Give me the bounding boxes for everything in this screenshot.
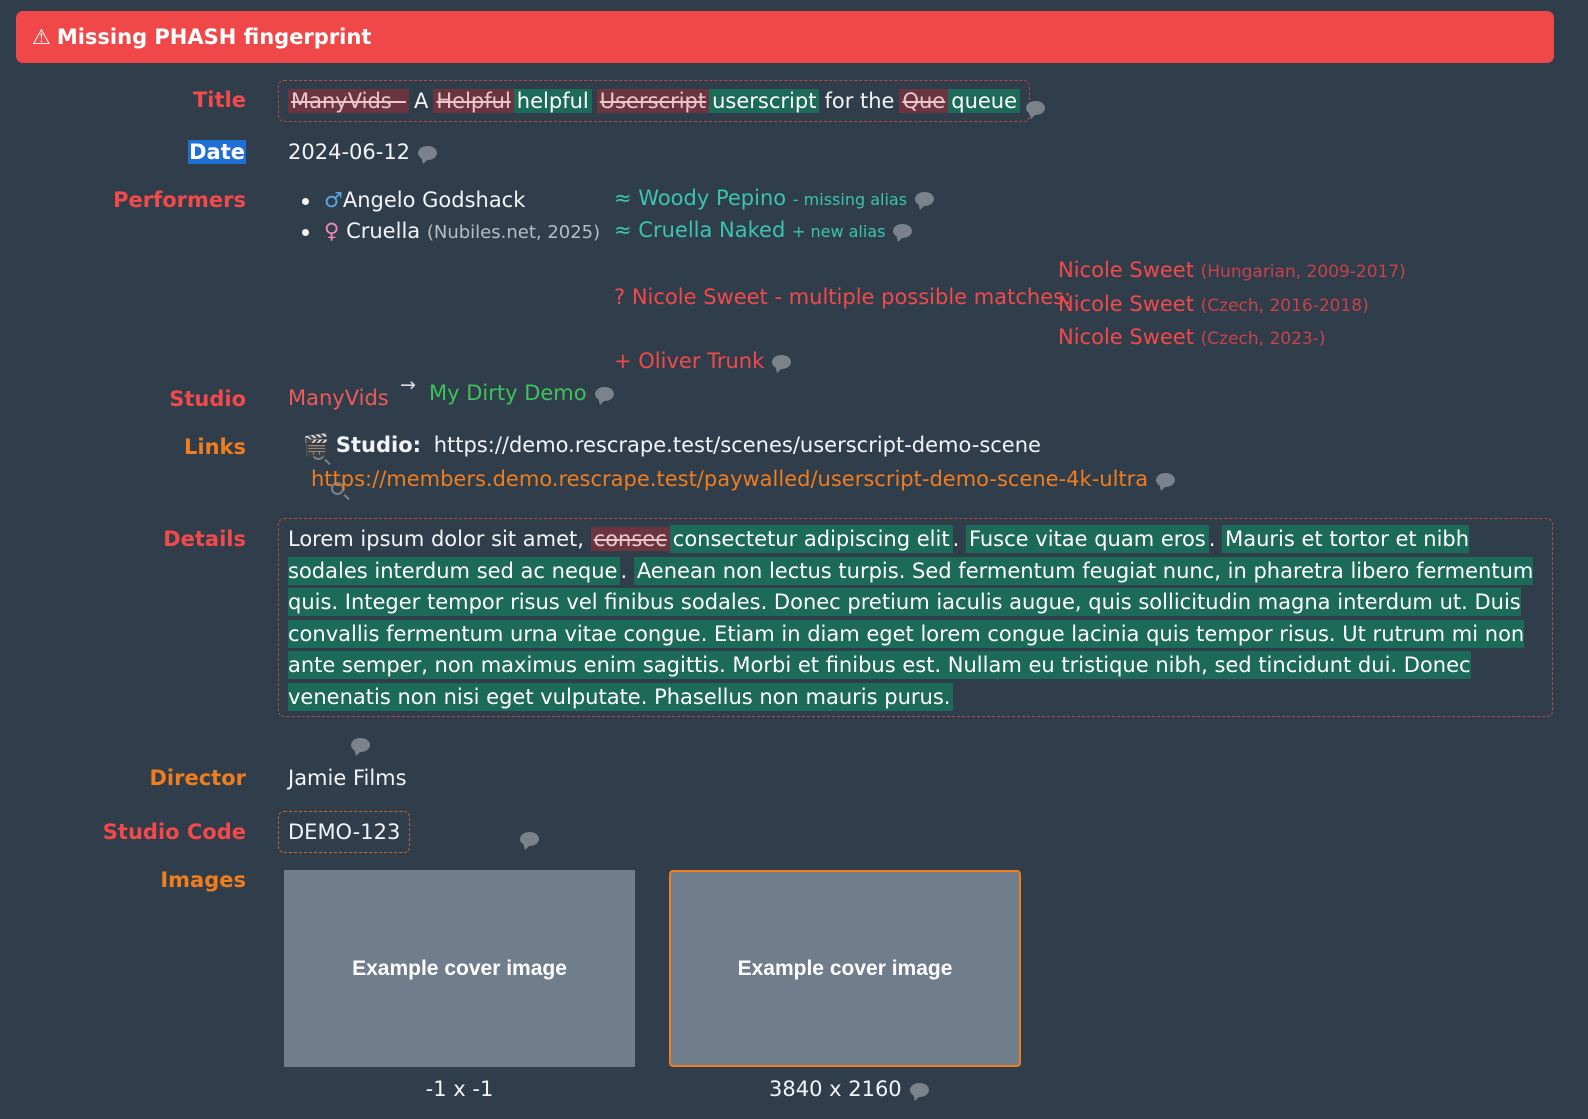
ambiguous-options: Nicole Sweet (Hungarian, 2009-2017) Nico…	[1058, 255, 1406, 356]
title-inserted-3: userscript	[709, 89, 820, 113]
option-sub: (Czech, 2023-)	[1200, 329, 1326, 349]
studio-new: My Dirty Demo	[429, 381, 614, 405]
cover-image-selected[interactable]: Example cover image	[669, 870, 1021, 1067]
performer-name[interactable]: Cruella	[346, 219, 420, 243]
label-title: Title	[192, 88, 246, 112]
ambiguous-option[interactable]: Nicole Sweet (Czech, 2016-2018)	[1058, 289, 1406, 323]
warning-icon: ⚠	[32, 25, 51, 49]
ambiguous-option[interactable]: Nicole Sweet (Hungarian, 2009-2017)	[1058, 255, 1406, 289]
details-text: .	[620, 558, 628, 583]
match-note: + new alias	[791, 222, 886, 241]
comment-icon[interactable]	[772, 355, 792, 369]
label-performers: Performers	[113, 188, 246, 212]
female-icon: ♀	[324, 219, 340, 243]
title-deleted-3: Userscript	[596, 89, 710, 113]
new-performer-name[interactable]: + Oliver Trunk	[614, 349, 764, 373]
performer-match: ≈ Cruella Naked + new alias	[614, 218, 913, 242]
title-inserted-4: queue	[948, 89, 1021, 113]
studio-url[interactable]: https://demo.rescrape.test/scenes/usersc…	[434, 433, 1041, 457]
label-studio-code: Studio Code	[102, 820, 246, 844]
title-text-3: for the	[824, 89, 895, 113]
performer-sub: (Nubiles.net, 2025)	[426, 222, 601, 243]
performer-item: ♀ Cruella (Nubiles.net, 2025)	[302, 216, 600, 247]
studio-old: ManyVids	[288, 386, 389, 410]
performer-match: ≈ Woody Pepino - missing alias	[614, 186, 935, 210]
comment-icon[interactable]	[418, 146, 438, 160]
comment-icon[interactable]	[351, 738, 371, 752]
new-link: https://members.demo.rescrape.test/paywa…	[311, 467, 1176, 491]
option-name: Nicole Sweet	[1058, 258, 1194, 282]
ambiguous-option[interactable]: Nicole Sweet (Czech, 2023-)	[1058, 322, 1406, 356]
studio-code-value: DEMO-123	[278, 811, 411, 853]
comment-icon[interactable]	[519, 832, 539, 846]
details-diff: Lorem ipsum dolor sit amet, consec consec…	[278, 518, 1553, 717]
performer-name[interactable]: Angelo Godshack	[343, 188, 526, 212]
option-name: Nicole Sweet	[1058, 291, 1194, 316]
comment-icon[interactable]	[1026, 101, 1045, 115]
title-inserted-2: helpful	[513, 89, 592, 113]
title-diff: ManyVids - A Helpful helpful Userscript us…	[278, 80, 1031, 122]
label-links: Links	[184, 435, 246, 459]
new-performer: + Oliver Trunk	[614, 349, 792, 373]
date-text: 2024-06-12	[288, 140, 411, 164]
details-inserted: Fusce vitae quam eros	[965, 525, 1209, 553]
male-icon: ♂	[324, 188, 343, 212]
director-value: Jamie Films	[288, 766, 407, 790]
details-text: .	[952, 527, 960, 551]
clapperboard-icon: 🎬	[303, 433, 330, 457]
option-sub: (Czech, 2016-2018)	[1200, 295, 1369, 316]
label-images: Images	[160, 868, 246, 892]
details-deleted: consec	[590, 527, 670, 551]
image-dimensions-row: 3840 x 2160	[769, 1077, 929, 1101]
comment-icon[interactable]	[594, 387, 614, 401]
comment-icon[interactable]	[915, 192, 935, 206]
cover-image[interactable]: Example cover image	[284, 870, 635, 1067]
option-sub: (Hungarian, 2009-2017)	[1200, 262, 1406, 282]
ambiguous-performer: ? Nicole Sweet - multiple possible match…	[614, 285, 1072, 309]
title-deleted-1: ManyVids -	[288, 89, 409, 113]
option-name: Nicole Sweet	[1058, 325, 1194, 349]
label-details: Details	[163, 527, 246, 551]
title-text-1: A	[414, 89, 429, 113]
match-note: - missing alias	[792, 190, 908, 209]
comment-icon[interactable]	[909, 1083, 929, 1097]
label-director: Director	[149, 766, 247, 790]
label-studio: Studio	[169, 387, 246, 411]
comment-icon[interactable]	[1156, 473, 1176, 487]
details-text: .	[1208, 527, 1216, 551]
title-deleted-4: Que	[899, 89, 949, 113]
date-value: 2024-06-12	[288, 140, 438, 164]
performer-list: ♂Angelo Godshack ♀ Cruella (Nubiles.net,…	[302, 185, 600, 247]
details-text: Lorem ipsum dolor sit amet,	[288, 527, 584, 551]
match-name[interactable]: Woody Pepino	[638, 186, 786, 210]
banner-text: Missing PHASH fingerprint	[56, 25, 372, 49]
title-deleted-2: Helpful	[433, 89, 514, 113]
comment-icon[interactable]	[893, 224, 913, 238]
image-dimensions: -1 x -1	[425, 1077, 494, 1101]
approx-icon: ≈	[614, 186, 632, 210]
image-dimensions: 3840 x 2160	[769, 1077, 902, 1101]
error-banner: ⚠ Missing PHASH fingerprint	[16, 11, 1554, 63]
details-inserted: consectetur adipiscing elit	[669, 525, 953, 553]
approx-icon: ≈	[614, 218, 632, 242]
studio-new-name[interactable]: My Dirty Demo	[429, 381, 587, 405]
match-name[interactable]: Cruella Naked	[638, 218, 785, 242]
performer-item: ♂Angelo Godshack	[302, 185, 600, 216]
arrow-right-icon: →	[400, 374, 416, 396]
studio-link-label: Studio:	[335, 433, 422, 457]
studio-link: 🎬 Studio: https://demo.rescrape.test/sce…	[303, 433, 1041, 458]
label-date: Date	[188, 140, 246, 164]
new-url[interactable]: https://members.demo.rescrape.test/paywa…	[311, 467, 1148, 491]
